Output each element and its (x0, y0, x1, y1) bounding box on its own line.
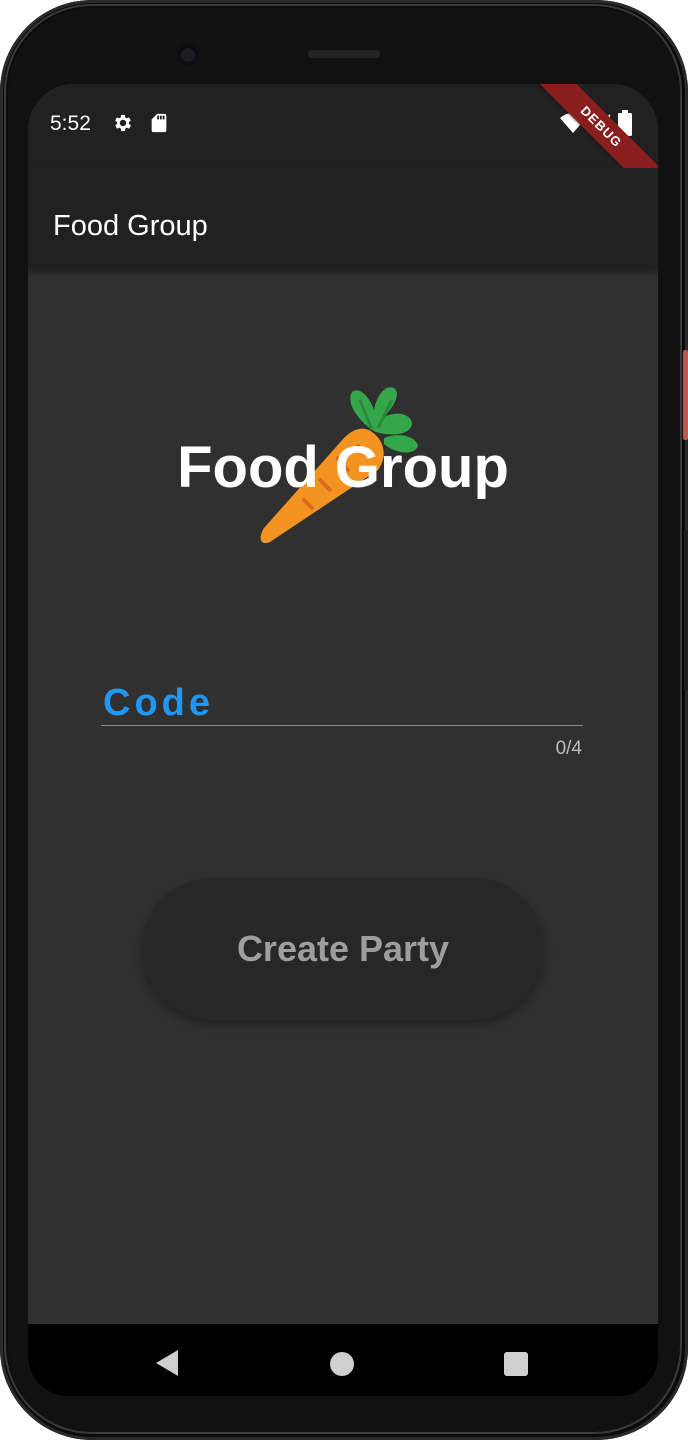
power-button (683, 350, 688, 440)
app-bar-title: Food Group (53, 210, 208, 242)
front-camera (177, 44, 199, 66)
recents-icon[interactable] (504, 1352, 528, 1376)
status-time: 5:52 (50, 112, 91, 135)
create-party-button[interactable]: Create Party (142, 878, 544, 1020)
back-icon[interactable] (156, 1350, 180, 1376)
logo-text: Food Group (177, 435, 509, 500)
phone-frame: 5:52 DEBUG Food Group Food Group Code 0/… (0, 0, 688, 1440)
gear-icon (115, 114, 131, 132)
code-character-counter: 0/4 (555, 738, 582, 759)
create-party-label: Create Party (236, 928, 450, 969)
volume-button (684, 530, 688, 690)
sd-card-icon (151, 113, 167, 133)
earpiece-speaker (308, 50, 380, 58)
code-input[interactable] (101, 679, 587, 727)
screen: 5:52 DEBUG Food Group Food Group Code 0/… (28, 84, 658, 1396)
code-input-underline (101, 725, 583, 726)
home-icon[interactable] (330, 1352, 354, 1376)
app-logo: Food Group (168, 380, 528, 550)
